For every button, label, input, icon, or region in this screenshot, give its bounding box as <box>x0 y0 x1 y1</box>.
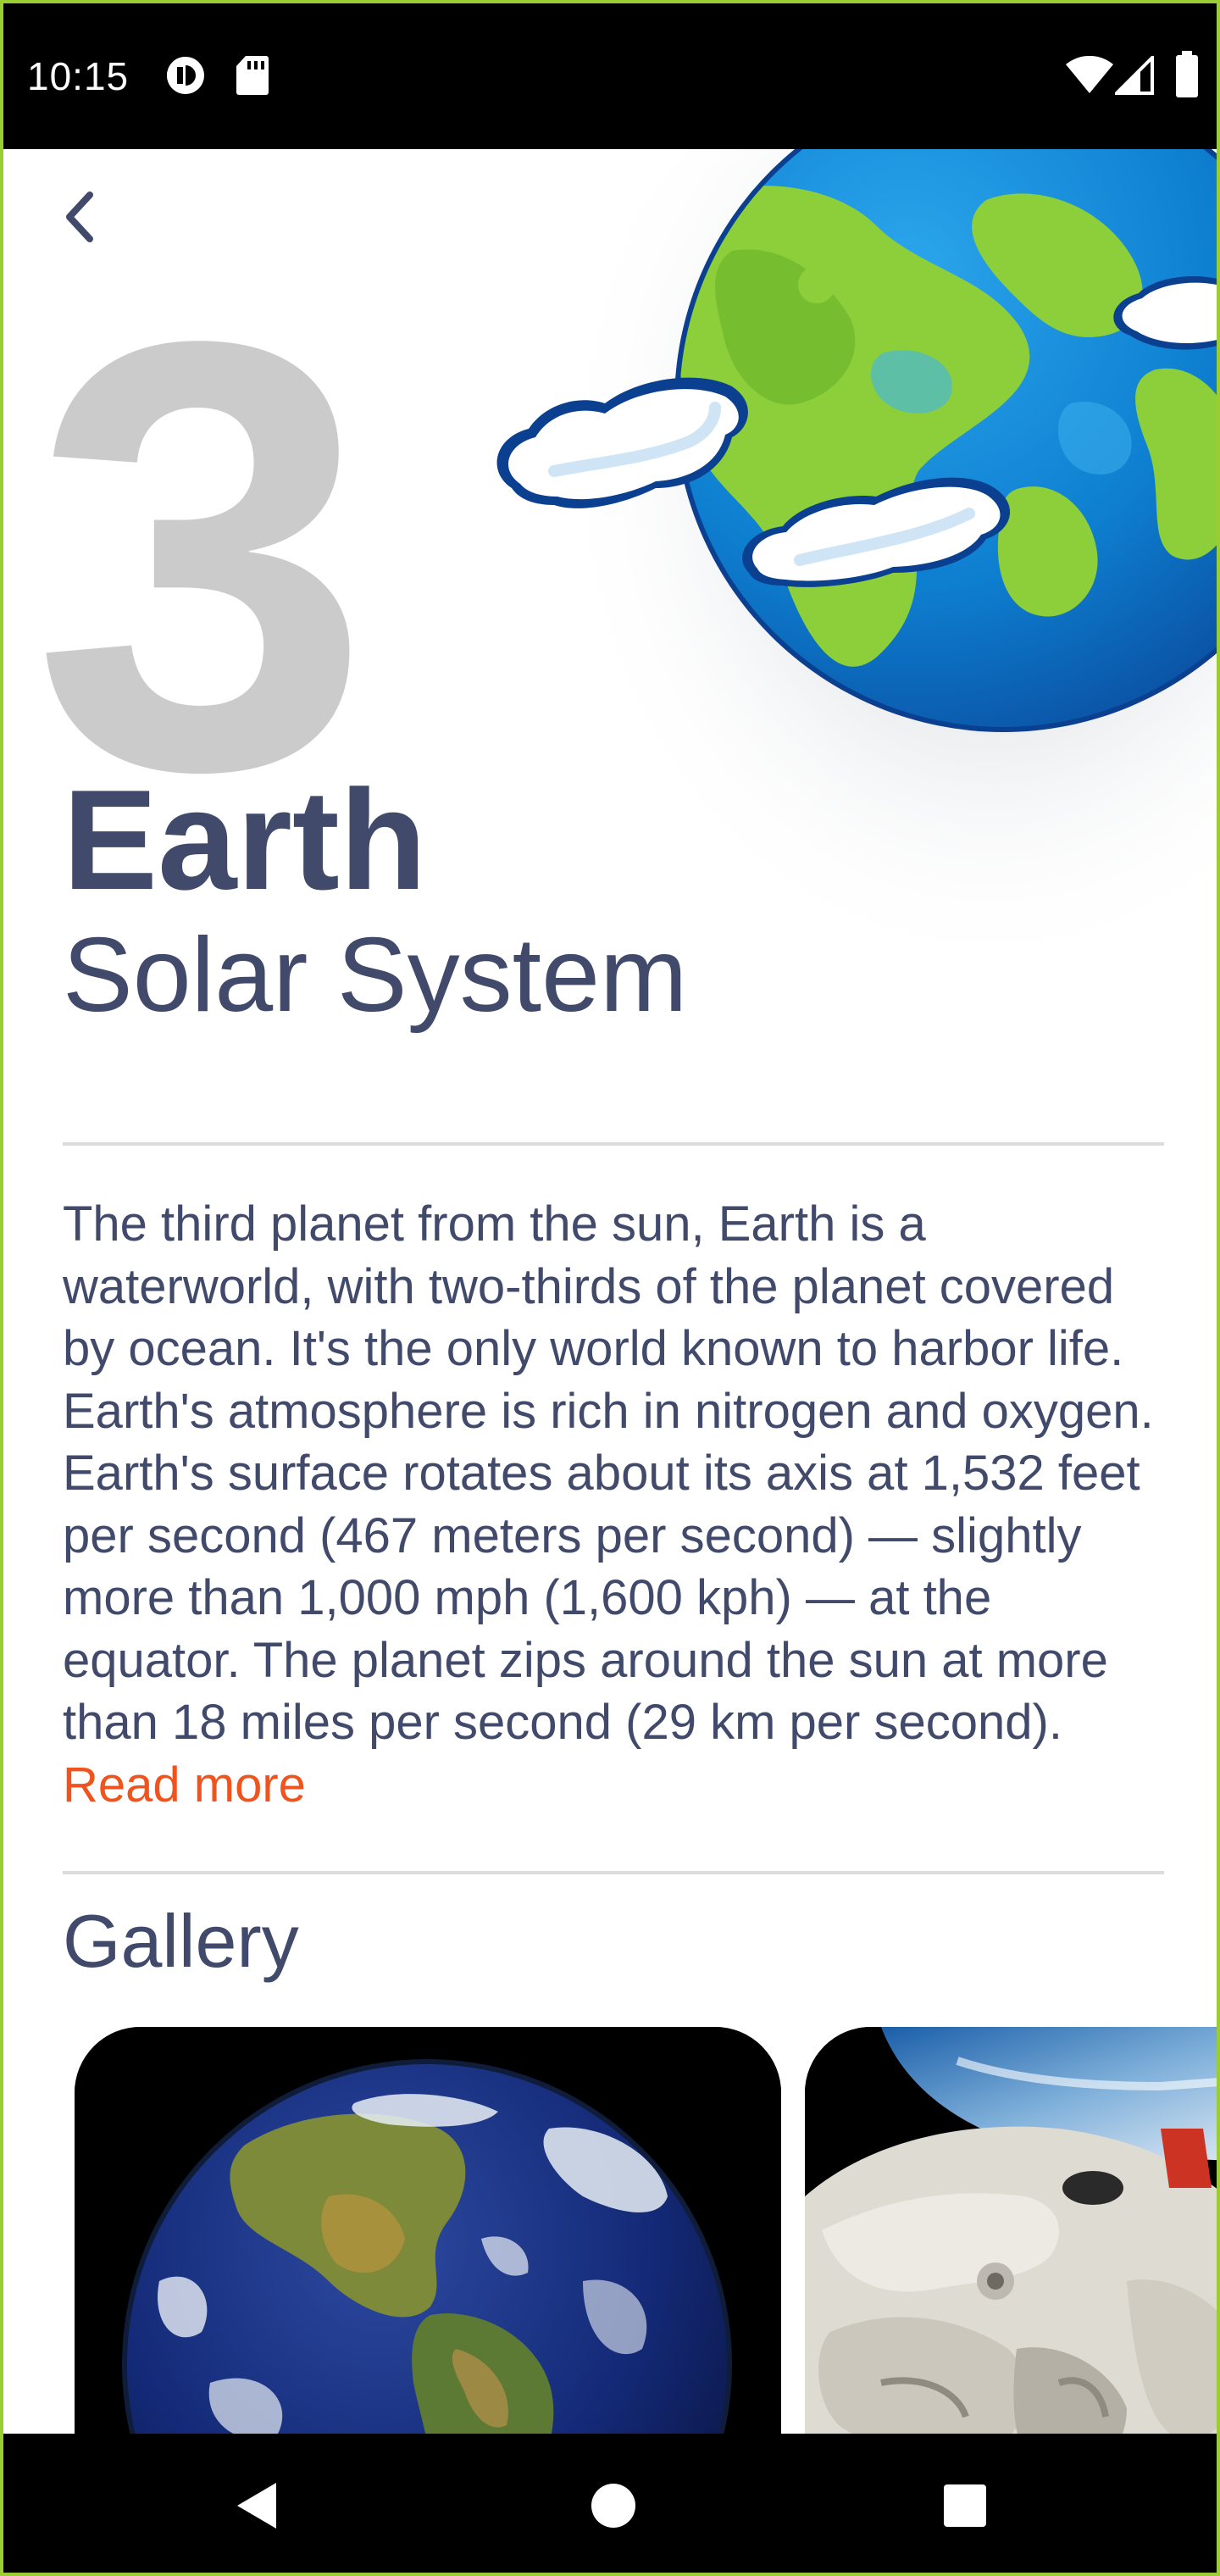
planet-subtitle: Solar System <box>63 917 688 1034</box>
divider-top <box>63 1142 1164 1146</box>
data-saver-icon <box>167 57 204 94</box>
nav-recents-icon[interactable] <box>927 2468 1003 2544</box>
wifi-icon <box>1066 56 1113 93</box>
status-time: 10:15 <box>27 54 130 98</box>
battery-icon <box>1176 51 1198 97</box>
status-bar: 10:15 <box>3 3 1217 149</box>
nav-back-icon[interactable] <box>219 2468 295 2544</box>
description-text: The third planet from the sun, Earth is … <box>63 1196 1154 1750</box>
astronaut-spacewalk-photo <box>805 2027 1217 2434</box>
cartoon-earth-icon <box>496 149 1217 980</box>
divider-bottom <box>63 1871 1164 1874</box>
earth-from-space-photo <box>75 2027 781 2434</box>
navigation-bar <box>3 2434 1217 2573</box>
gallery-title: Gallery <box>63 1899 299 1983</box>
planet-description: The third planet from the sun, Earth is … <box>63 1193 1173 1816</box>
read-more-link[interactable]: Read more <box>63 1757 306 1813</box>
nav-home-icon[interactable] <box>575 2468 652 2544</box>
app-frame: 10:15 3 Earth Solar System The third pla… <box>0 0 1220 2576</box>
gallery-item-earth-from-space[interactable] <box>75 2027 781 2434</box>
planet-detail-screen[interactable]: 3 Earth Solar System The third planet fr… <box>3 149 1217 2434</box>
sd-card-icon <box>236 56 269 95</box>
cellular-signal-icon <box>1115 56 1154 95</box>
gallery-item-astronaut-spacewalk[interactable] <box>805 2027 1217 2434</box>
planet-name: Earth <box>63 760 427 919</box>
